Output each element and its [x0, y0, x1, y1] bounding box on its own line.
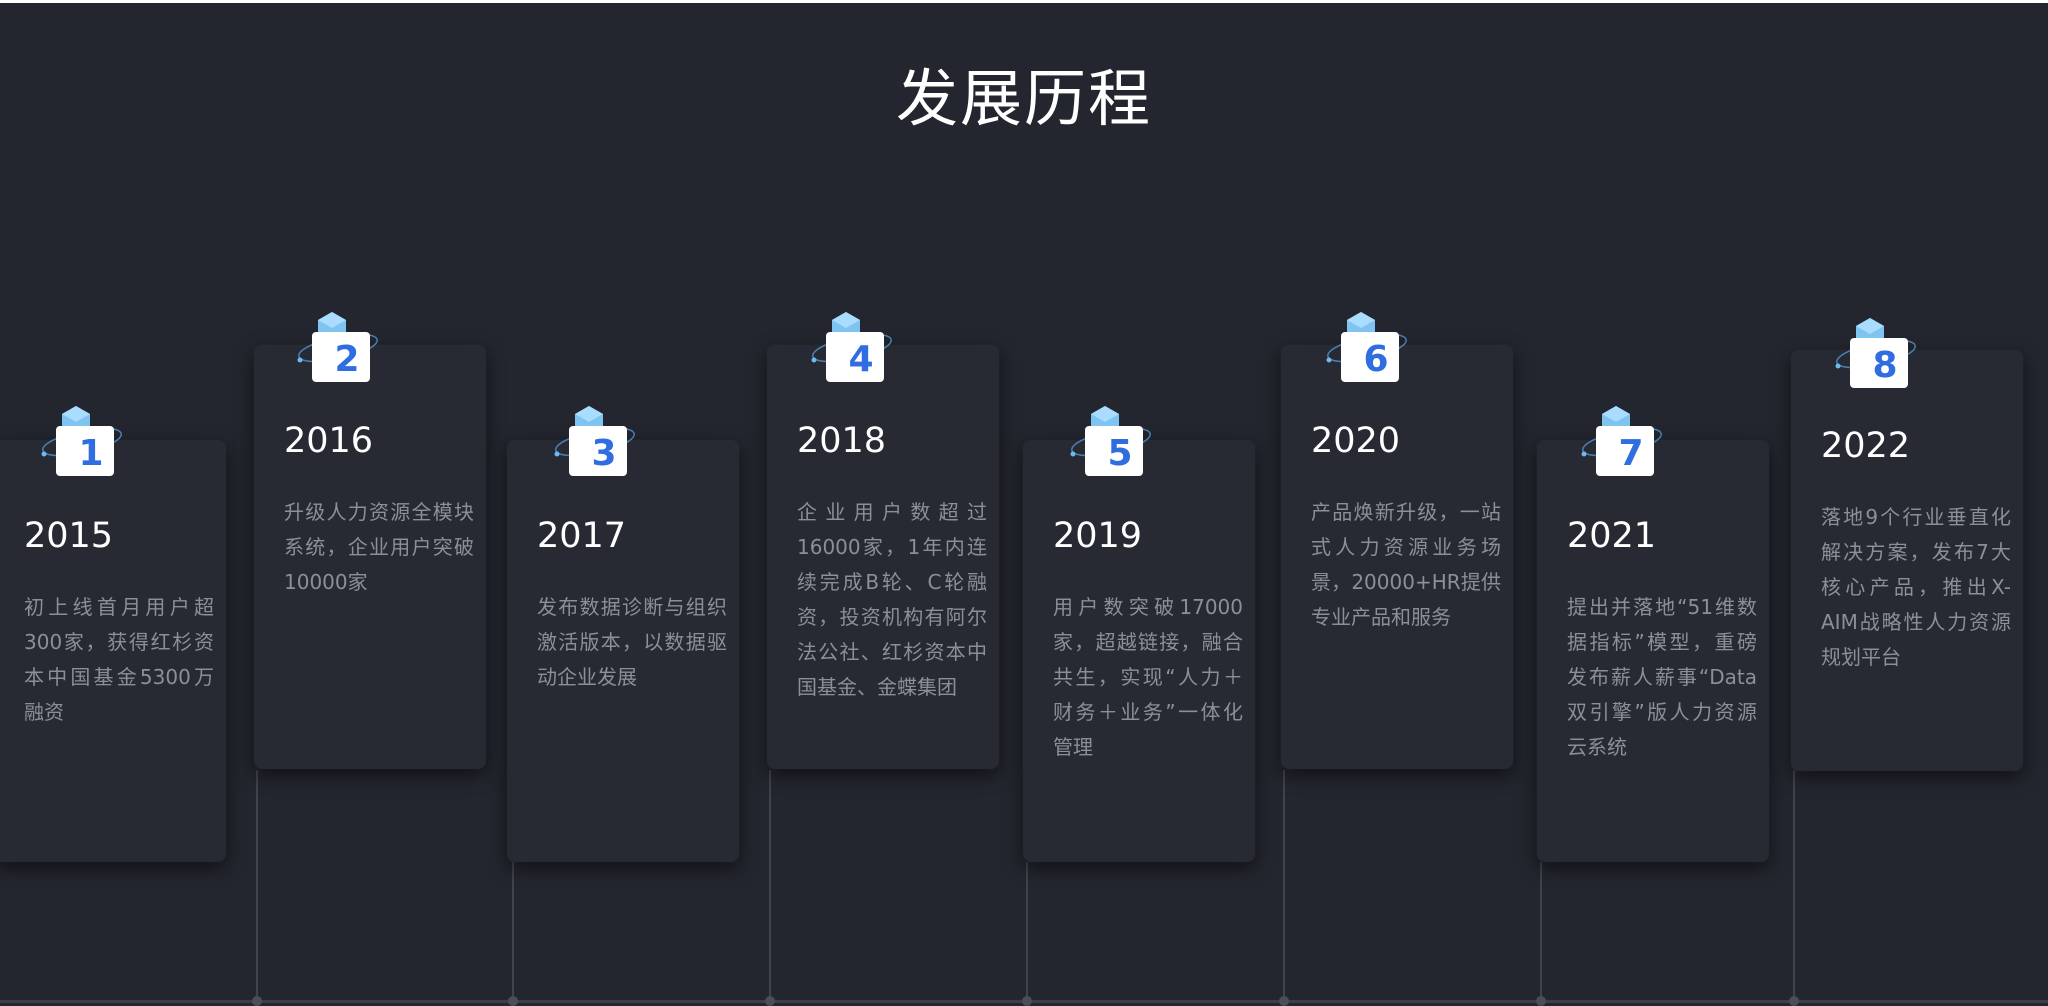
timeline-dot — [1536, 996, 1546, 1006]
milestone-description: 发布数据诊断与组织激活版本，以数据驱动企业发展 — [537, 595, 727, 689]
timeline-card-2018: 2018 企业用户数超过16000家，1年内连续完成B轮、C轮融资，投资机构有阿… — [767, 345, 999, 769]
timeline-card-2017: 2017 发布数据诊断与组织激活版本，以数据驱动企业发展 — [507, 440, 739, 862]
timeline-connector — [512, 862, 514, 1003]
timeline-connector — [1540, 862, 1542, 1003]
milestone-description: 用户数突破17000家，超越链接，融合共生，实现“人力＋财务＋业务”一体化管理 — [1053, 595, 1243, 759]
number-badge-icon: 8 — [1826, 318, 1916, 394]
timeline-card-2015: 2015 初上线首月用户超300家，获得红杉资本中国基金5300万融资 — [0, 440, 226, 862]
badge-number: 3 — [591, 433, 617, 474]
timeline-dot — [1279, 996, 1289, 1006]
timeline-card-2020: 2020 产品焕新升级，一站式人力资源业务场景，20000+HR提供专业产品和服… — [1281, 345, 1513, 769]
badge-number: 1 — [78, 433, 104, 474]
badge-number: 8 — [1872, 345, 1898, 386]
milestone-description: 落地9个行业垂直化解决方案，发布7大核心产品，推出X-AIM战略性人力资源规划平… — [1821, 505, 2011, 669]
milestone-description: 升级人力资源全模块系统，企业用户突破10000家 — [284, 500, 474, 594]
number-badge-icon: 7 — [1572, 406, 1662, 482]
timeline-dot — [765, 996, 775, 1006]
timeline-card-2016: 2016 升级人力资源全模块系统，企业用户突破10000家 — [254, 345, 486, 769]
timeline-dot — [1022, 996, 1032, 1006]
year-label: 2022 — [1821, 426, 1911, 466]
number-badge-icon: 5 — [1061, 406, 1151, 482]
timeline-connector — [1793, 770, 1795, 1003]
timeline-connector — [769, 770, 771, 1003]
year-label: 2017 — [537, 516, 627, 556]
timeline-connector — [1026, 862, 1028, 1003]
badge-number: 7 — [1618, 433, 1644, 474]
year-label: 2015 — [24, 516, 114, 556]
timeline-card-2022: 2022 落地9个行业垂直化解决方案，发布7大核心产品，推出X-AIM战略性人力… — [1791, 350, 2023, 771]
year-label: 2018 — [797, 421, 887, 461]
year-label: 2016 — [284, 421, 374, 461]
milestone-description: 企业用户数超过16000家，1年内连续完成B轮、C轮融资，投资机构有阿尔法公社、… — [797, 500, 987, 699]
milestone-description: 产品焕新升级，一站式人力资源业务场景，20000+HR提供专业产品和服务 — [1311, 500, 1501, 629]
number-badge-icon: 6 — [1317, 312, 1407, 388]
timeline-connector — [256, 770, 258, 1003]
milestone-description: 初上线首月用户超300家，获得红杉资本中国基金5300万融资 — [24, 595, 214, 724]
number-badge-icon: 3 — [545, 406, 635, 482]
badge-number: 2 — [334, 339, 360, 380]
year-label: 2021 — [1567, 516, 1657, 556]
number-badge-icon: 4 — [802, 312, 892, 388]
number-badge-icon: 1 — [32, 406, 122, 482]
timeline-dot — [252, 996, 262, 1006]
year-label: 2019 — [1053, 516, 1143, 556]
badge-number: 4 — [848, 339, 874, 380]
number-badge-icon: 2 — [288, 312, 378, 388]
timeline-dot — [508, 996, 518, 1006]
badge-number: 5 — [1107, 433, 1133, 474]
milestone-description: 提出并落地“51维数据指标”模型，重磅发布薪人薪事“Data双引擎”版人力资源云… — [1567, 595, 1757, 759]
page-title: 发展历程 — [895, 62, 1152, 135]
timeline-card-2021: 2021 提出并落地“51维数据指标”模型，重磅发布薪人薪事“Data双引擎”版… — [1537, 440, 1769, 862]
timeline-dot — [1789, 996, 1799, 1006]
badge-number: 6 — [1363, 339, 1389, 380]
year-label: 2020 — [1311, 421, 1401, 461]
top-border — [0, 0, 2048, 3]
timeline-connector — [1283, 770, 1285, 1003]
timeline-card-2019: 2019 用户数突破17000家，超越链接，融合共生，实现“人力＋财务＋业务”一… — [1023, 440, 1255, 862]
